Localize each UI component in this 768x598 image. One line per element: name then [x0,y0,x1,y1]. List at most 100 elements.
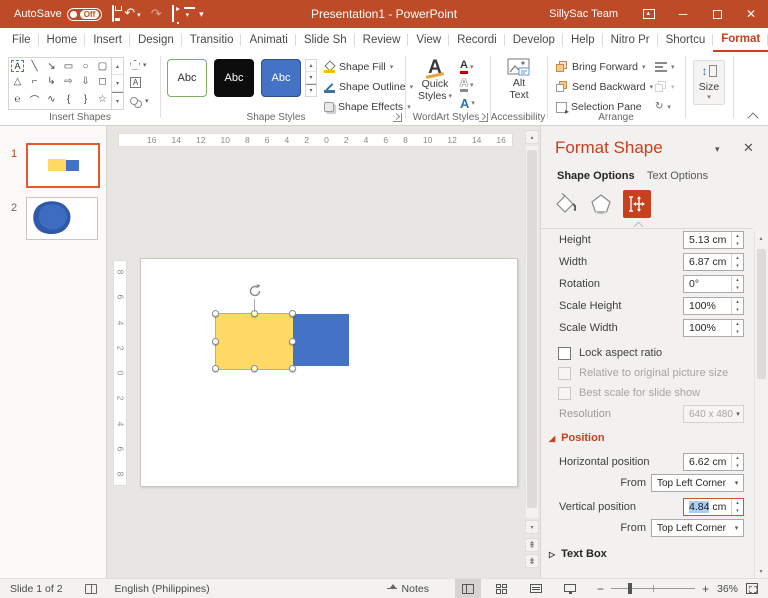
shape-style-preview-1[interactable]: Abc [167,59,207,97]
elbow-connector-icon[interactable]: ⌐ [26,74,43,89]
text-fill-button[interactable]: A▾ [460,60,475,74]
curve-icon[interactable]: ∿ [43,90,60,109]
previous-slide-button[interactable]: ⇞ [525,538,539,552]
resize-handle-middle-left[interactable] [212,338,219,345]
tab-developer[interactable]: Develop [505,28,563,52]
shapes-gallery-scroll[interactable]: ▴ ▾ ▾ [112,57,124,110]
tab-shape-options[interactable]: Shape Options [557,170,635,182]
height-input[interactable]: 5.13 cm▴▾ [683,231,744,249]
scrollbar-track[interactable] [525,145,539,519]
spell-check-icon[interactable] [85,584,97,594]
resize-handle-top-left[interactable] [212,310,219,317]
tab-review[interactable]: Review [355,28,409,52]
horizontal-from-dropdown[interactable]: Top Left Corner▾ [651,474,744,492]
zoom-level[interactable]: 36% [717,583,738,595]
fit-slide-to-window-icon[interactable] [746,583,758,594]
vertical-position-spinner[interactable]: ▴▾ [731,499,743,515]
rectangle-icon[interactable]: ▭ [60,58,77,74]
shape-outline-button[interactable]: Shape Outline▾ [324,79,413,95]
styles-more-icon[interactable]: ▾ [306,84,316,96]
rotate-button[interactable]: ↻▾ [655,99,671,115]
left-brace-icon[interactable]: { [60,90,77,109]
zoom-slider-thumb[interactable] [628,583,632,594]
height-spinner[interactable]: ▴▾ [731,232,743,248]
slide-1-thumbnail[interactable] [26,143,100,188]
position-section-header[interactable]: ◢Position [549,432,605,444]
ribbon-display-options-button[interactable] [632,0,666,28]
scroll-up-button[interactable]: ▴ [525,130,539,144]
shape-fill-button[interactable]: Shape Fill▾ [324,59,393,75]
align-button[interactable]: ▾ [655,59,675,75]
bring-forward-button[interactable]: Bring Forward▾ [556,59,645,75]
tab-home[interactable]: Home [39,28,86,52]
tab-recording[interactable]: Recordi [449,28,505,52]
star-icon[interactable]: ☆ [94,90,111,109]
rotation-spinner[interactable]: ▴▾ [731,276,743,292]
scale-height-input[interactable]: 100%▴▾ [683,297,744,315]
resize-handle-top-right[interactable] [289,310,296,317]
maximize-button[interactable] [700,0,734,28]
language-indicator[interactable]: English (Philippines) [115,583,210,595]
shape-styles-scroll[interactable]: ▴ ▾ ▾ [305,59,317,97]
arrow-line-icon[interactable]: ↘ [43,58,60,74]
group-button[interactable]: ▾ [655,79,675,95]
quick-styles-button[interactable]: A Quick Styles▾ [412,58,458,102]
styles-scroll-down-icon[interactable]: ▾ [306,72,316,84]
alt-text-button[interactable]: Alt Text [496,58,542,101]
width-spinner[interactable]: ▴▾ [731,254,743,270]
zoom-out-button[interactable]: − [597,582,604,596]
zoom-in-button[interactable]: + [702,582,709,596]
notes-button[interactable]: Notes [387,583,429,595]
scroll-down-button[interactable]: ▾ [525,520,539,534]
triangle-icon[interactable]: △ [9,74,26,89]
tab-transitions[interactable]: Transitio [182,28,242,52]
tab-help[interactable]: Help [563,28,603,52]
scrollbar-thumb[interactable] [527,150,537,508]
shape-style-preview-2[interactable]: Abc [214,59,254,97]
rotation-input[interactable]: 0°▴▾ [683,275,744,293]
pane-scroll-down-icon[interactable]: ▾ [755,564,767,578]
resize-handle-bottom-right[interactable] [289,365,296,372]
rounded-rectangle-icon[interactable]: ▢ [94,58,111,74]
reading-view-button[interactable] [523,579,549,598]
list-dropdown-icon[interactable]: ▾ [186,12,190,19]
send-backward-button[interactable]: Send Backward▾ [556,79,653,95]
yellow-rectangle-shape[interactable] [216,314,293,369]
tab-insert[interactable]: Insert [85,28,130,52]
right-arrow-icon[interactable]: ⇨ [60,74,77,89]
rotation-handle[interactable] [247,283,263,299]
pane-close-icon[interactable]: ✕ [743,140,754,156]
redo-button[interactable]: ↷ [151,6,162,22]
pane-scrollbar-thumb[interactable] [757,249,766,379]
text-box-shape-icon[interactable]: A [9,58,26,74]
elbow-arrow-icon[interactable]: ↳ [43,74,60,89]
scribble-icon[interactable]: ℮ [9,90,26,109]
customize-qat-button[interactable]: ▾ [199,6,204,22]
line-icon[interactable]: ╲ [26,58,43,74]
horizontal-position-input[interactable]: 6.62 cm▴▾ [683,453,744,471]
resize-handle-bottom-left[interactable] [212,365,219,372]
zoom-slider[interactable] [611,588,695,589]
pane-scrollbar[interactable]: ▴ ▾ [754,231,767,578]
save-button[interactable] [112,6,114,22]
scale-width-spinner[interactable]: ▴▾ [731,320,743,336]
pane-options-icon[interactable]: ▾ [715,144,720,155]
gallery-scroll-down-icon[interactable]: ▾ [112,75,123,92]
account-name[interactable]: SillySac Team [549,8,618,20]
vertical-position-input[interactable]: 4.84 cm▴▾ [683,498,744,516]
lock-aspect-ratio-checkbox[interactable] [558,347,571,360]
autosave-toggle[interactable]: AutoSave Off [14,8,102,21]
arc-icon[interactable]: ⌒ [26,90,43,109]
canvas-scrollbar[interactable]: ▴ ▾ ⇞ ⇟ [525,130,539,566]
resize-handle-middle-right[interactable] [289,338,296,345]
gallery-scroll-up-icon[interactable]: ▴ [112,58,123,75]
text-box-section-header[interactable]: ▷Text Box [549,548,607,560]
size-button[interactable]: ↕ Size ▾ [693,60,725,105]
shapes-gallery[interactable]: A ╲ ↘ ▭ ○ ▢ △ ⌐ ↳ ⇨ ⇩ ◻ ℮ ⌒ ∿ { } ☆ [8,57,112,110]
list-button[interactable]: ▾ [184,5,190,24]
down-arrow-icon[interactable]: ⇩ [77,74,94,89]
blue-rectangle-shape[interactable] [293,314,349,366]
tab-format[interactable]: Format [713,28,768,52]
scale-width-input[interactable]: 100%▴▾ [683,319,744,337]
tab-view[interactable]: View [408,28,449,52]
